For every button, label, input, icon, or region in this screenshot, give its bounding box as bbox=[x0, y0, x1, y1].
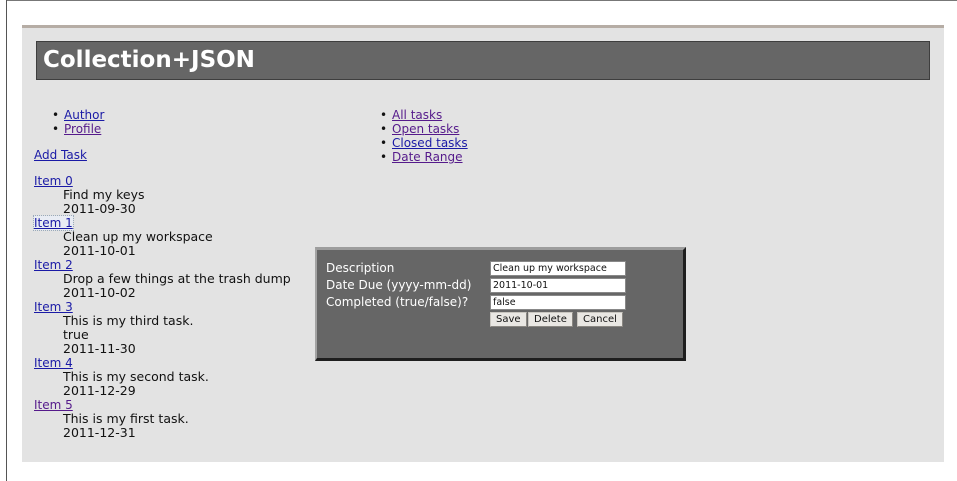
item-link[interactable]: Item 3 bbox=[34, 300, 73, 314]
task-list: Item 0 Find my keys 2011-09-30 Item 1 Cl… bbox=[33, 174, 334, 440]
description-input[interactable] bbox=[490, 261, 626, 276]
all-tasks-link[interactable]: All tasks bbox=[392, 108, 442, 122]
item-description: This is my third task. bbox=[63, 313, 194, 328]
profile-link[interactable]: Profile bbox=[64, 122, 101, 136]
item-description: This is my second task. bbox=[63, 369, 209, 384]
item-description: This is my first task. bbox=[63, 411, 189, 426]
description-label: Description bbox=[326, 261, 395, 275]
item-date: 2011-12-29 bbox=[63, 383, 136, 398]
add-task-link[interactable]: Add Task bbox=[34, 148, 87, 162]
nav-right-list: • All tasks • Open tasks • Closed tasks … bbox=[380, 108, 468, 164]
date-due-label: Date Due (yyyy-mm-dd) bbox=[326, 278, 472, 292]
item-description: Find my keys bbox=[63, 187, 145, 202]
nav-item-open-tasks: • Open tasks bbox=[380, 122, 468, 136]
item-completed: true bbox=[63, 327, 89, 342]
bullet-icon: • bbox=[52, 108, 60, 122]
item-date: 2011-12-31 bbox=[63, 425, 136, 440]
item-date: 2011-09-30 bbox=[63, 201, 136, 216]
page-title: Collection+JSON bbox=[43, 47, 255, 73]
date-range-link[interactable]: Date Range bbox=[392, 150, 463, 164]
author-link[interactable]: Author bbox=[64, 108, 104, 122]
window-left-border bbox=[6, 0, 7, 481]
list-item: Item 2 Drop a few things at the trash du… bbox=[34, 258, 334, 300]
item-link[interactable]: Item 5 bbox=[34, 398, 73, 412]
completed-label: Completed (true/false)? bbox=[326, 295, 469, 309]
list-item: Item 0 Find my keys 2011-09-30 bbox=[34, 174, 334, 216]
bullet-icon: • bbox=[380, 136, 388, 150]
edit-task-dialog: Description Date Due (yyyy-mm-dd) Comple… bbox=[315, 247, 686, 361]
item-date: 2011-10-01 bbox=[63, 243, 136, 258]
item-date: 2011-10-02 bbox=[63, 285, 136, 300]
list-item: Item 5 This is my first task. 2011-12-31 bbox=[34, 398, 334, 440]
page-container: Collection+JSON • Author • Profile • All… bbox=[22, 25, 944, 462]
list-item: Item 1 Clean up my workspace 2011-10-01 bbox=[33, 215, 334, 258]
cancel-button[interactable]: Cancel bbox=[577, 312, 623, 327]
item-link[interactable]: Item 1 bbox=[33, 215, 74, 231]
nav-item-all-tasks: • All tasks bbox=[380, 108, 468, 122]
delete-button[interactable]: Delete bbox=[528, 312, 573, 327]
nav-item-date-range: • Date Range bbox=[380, 150, 468, 164]
nav-item-author: • Author bbox=[52, 108, 104, 122]
open-tasks-link[interactable]: Open tasks bbox=[392, 122, 459, 136]
bullet-icon: • bbox=[380, 122, 388, 136]
page-header: Collection+JSON bbox=[36, 41, 930, 80]
window-top-border bbox=[6, 0, 957, 1]
item-link[interactable]: Item 2 bbox=[34, 258, 73, 272]
completed-input[interactable] bbox=[490, 295, 626, 310]
item-link[interactable]: Item 0 bbox=[34, 174, 73, 188]
item-link[interactable]: Item 4 bbox=[34, 356, 73, 370]
bullet-icon: • bbox=[52, 122, 60, 136]
nav-left-list: • Author • Profile bbox=[52, 108, 104, 136]
nav-item-profile: • Profile bbox=[52, 122, 104, 136]
bullet-icon: • bbox=[380, 150, 388, 164]
item-date: 2011-11-30 bbox=[63, 341, 136, 356]
item-description: Drop a few things at the trash dump bbox=[63, 271, 291, 286]
closed-tasks-link[interactable]: Closed tasks bbox=[392, 136, 468, 150]
item-description: Clean up my workspace bbox=[63, 229, 213, 244]
save-button[interactable]: Save bbox=[490, 312, 527, 327]
list-item: Item 4 This is my second task. 2011-12-2… bbox=[34, 356, 334, 398]
bullet-icon: • bbox=[380, 108, 388, 122]
date-due-input[interactable] bbox=[490, 278, 626, 293]
list-item: Item 3 This is my third task. true 2011-… bbox=[34, 300, 334, 356]
nav-item-closed-tasks: • Closed tasks bbox=[380, 136, 468, 150]
